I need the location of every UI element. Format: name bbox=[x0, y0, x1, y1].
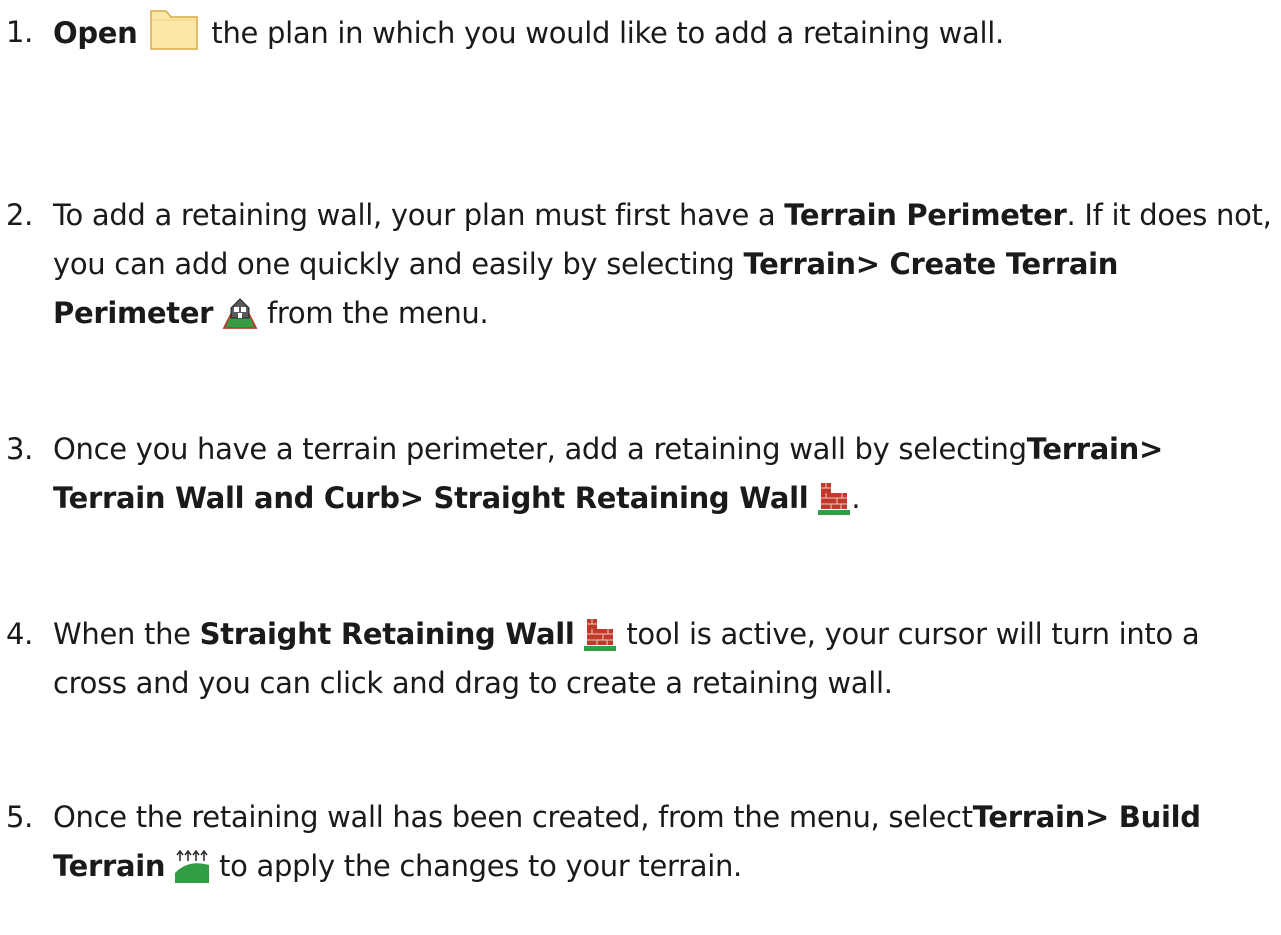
terrain-perimeter-icon bbox=[222, 294, 258, 332]
step-text: Once you have a terrain perimeter, add a… bbox=[53, 432, 1163, 517]
step-number: 3. bbox=[6, 432, 34, 466]
step-3: 3. Once you have a terrain perimeter, ad… bbox=[6, 425, 1276, 515]
folder-icon bbox=[146, 8, 202, 52]
build-terrain-icon bbox=[174, 849, 210, 885]
step-text: To add a retaining wall, your plan must … bbox=[53, 198, 1272, 332]
retaining-wall-icon bbox=[817, 479, 851, 517]
step-text: Once the retaining wall has been created… bbox=[53, 800, 1201, 885]
step-2: 2. To add a retaining wall, your plan mu… bbox=[6, 191, 1276, 330]
terrain-perimeter-term: Terrain Perimeter bbox=[784, 198, 1067, 232]
instruction-steps: 1. Open the plan in which you would like… bbox=[0, 0, 1281, 935]
step-1: 1. Open the plan in which you would like… bbox=[6, 8, 1276, 57]
step-number: 2. bbox=[6, 198, 34, 232]
step-number: 1. bbox=[6, 15, 34, 49]
retaining-wall-icon bbox=[583, 615, 617, 653]
step-number: 5. bbox=[6, 800, 34, 834]
tool-name: Straight Retaining Wall bbox=[199, 617, 575, 651]
step-text: Open the plan in which you would like to… bbox=[53, 8, 1275, 58]
open-command: Open bbox=[53, 16, 138, 50]
step-4: 4. When the Straight Retaining Wall tool… bbox=[6, 610, 1276, 700]
step-text: When the Straight Retaining Wall tool is… bbox=[53, 615, 1200, 700]
step-5: 5. Once the retaining wall has been crea… bbox=[6, 793, 1276, 883]
step-number: 4. bbox=[6, 617, 34, 651]
